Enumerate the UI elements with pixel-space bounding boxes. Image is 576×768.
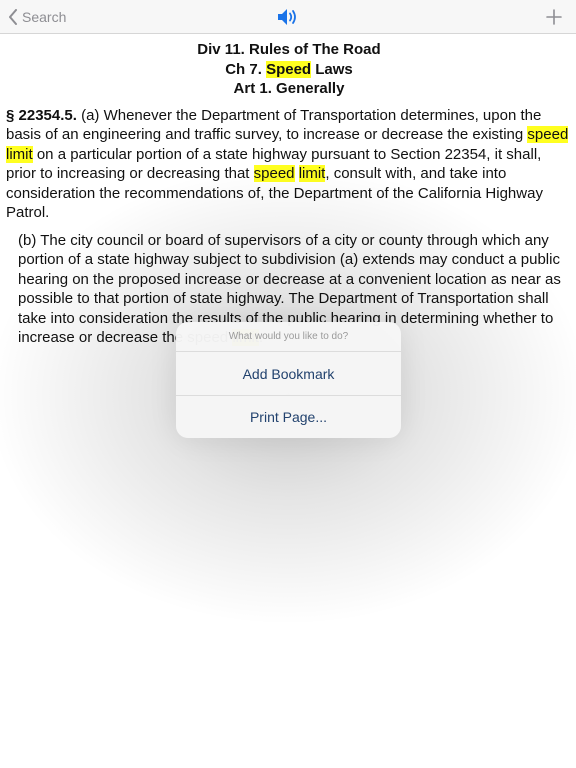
action-popover: What would you like to do? Add Bookmark …	[176, 322, 401, 438]
back-button[interactable]: Search	[8, 6, 66, 28]
navigation-bar: Search	[0, 0, 576, 34]
search-highlight: Speed	[266, 60, 312, 78]
search-highlight: speed	[253, 165, 295, 182]
search-highlight: limit	[6, 145, 33, 163]
chapter-title: Ch 7. Speed Laws	[225, 60, 353, 78]
search-highlight: speed	[527, 126, 569, 143]
search-highlight: limit	[298, 165, 326, 182]
popover-title: What would you like to do?	[176, 322, 401, 352]
speaker-icon[interactable]	[276, 6, 300, 28]
add-icon[interactable]	[544, 7, 564, 27]
print-page-button[interactable]: Print Page...	[176, 395, 401, 438]
division-title: Div 11. Rules of The Road	[197, 41, 381, 58]
section-number: § 22354.5.	[6, 106, 77, 124]
back-button-label: Search	[22, 9, 67, 25]
law-content: Div 11. Rules of The Road Ch 7. Speed La…	[6, 40, 572, 348]
add-bookmark-button[interactable]: Add Bookmark	[176, 352, 401, 395]
section-paragraph-a: § 22354.5. (a) Whenever the Department o…	[6, 106, 569, 221]
article-title: Art 1. Generally	[233, 80, 345, 97]
chevron-left-icon	[9, 9, 17, 25]
